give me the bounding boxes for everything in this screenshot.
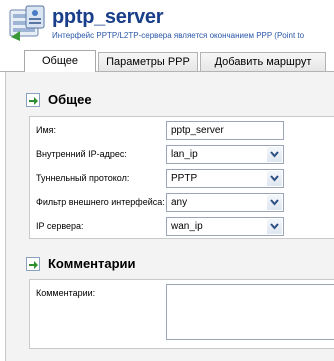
field-internal-ip-row: Внутренний IP-адрес: lan_ip [30, 143, 334, 167]
field-server-ip-label: IP сервера: [36, 221, 84, 231]
tab-general[interactable]: Общее [24, 50, 96, 72]
chevron-down-icon[interactable] [267, 147, 282, 162]
tab-add-route[interactable]: Добавить маршрут [200, 52, 326, 71]
field-tunnel-protocol-label: Туннельный протокол: [36, 173, 130, 183]
page-title: pptp_server [52, 6, 164, 28]
field-ext-filter-row: Фильтр внешнего интерфейса: any [30, 191, 334, 215]
general-form: Имя: pptp_server Внутренний IP-адрес: la… [29, 116, 334, 239]
chevron-down-icon[interactable] [267, 219, 282, 234]
tab-ppp-params[interactable]: Параметры PPP [98, 52, 198, 71]
field-internal-ip-label: Внутренний IP-адрес: [36, 149, 127, 159]
green-arrow-icon [26, 257, 40, 271]
ext-filter-value: any [171, 197, 188, 208]
server-ip-select[interactable]: wan_ip [166, 217, 284, 236]
green-arrow-icon [26, 93, 40, 107]
field-tunnel-protocol-row: Туннельный протокол: PPTP [30, 167, 334, 191]
field-ext-filter-label: Фильтр внешнего интерфейса: [36, 197, 165, 207]
field-server-ip-row: IP сервера: wan_ip [30, 215, 334, 239]
content-panel: Общее Имя: pptp_server Внутренний IP-адр… [5, 72, 334, 361]
name-input[interactable]: pptp_server [166, 121, 284, 140]
field-name-row: Имя: pptp_server [30, 119, 334, 143]
server-panel-icon [8, 4, 48, 42]
ext-filter-select[interactable]: any [166, 193, 284, 212]
field-name-label: Имя: [36, 125, 57, 135]
internal-ip-value: lan_ip [171, 149, 198, 160]
tunnel-protocol-value: PPTP [171, 173, 198, 184]
tunnel-protocol-select[interactable]: PPTP [166, 169, 284, 188]
comments-label: Комментарии: [36, 288, 96, 298]
chevron-down-icon[interactable] [267, 171, 282, 186]
comments-textarea[interactable] [166, 284, 334, 340]
internal-ip-select[interactable]: lan_ip [166, 145, 284, 164]
comments-form: Комментарии: [29, 279, 334, 349]
page-subtitle: Интерфейс PPTP/L2TP-сервера является око… [52, 31, 305, 40]
server-ip-value: wan_ip [171, 221, 203, 232]
chevron-down-icon[interactable] [267, 195, 282, 210]
page-header: pptp_server Интерфейс PPTP/L2TP-сервера … [0, 0, 334, 46]
